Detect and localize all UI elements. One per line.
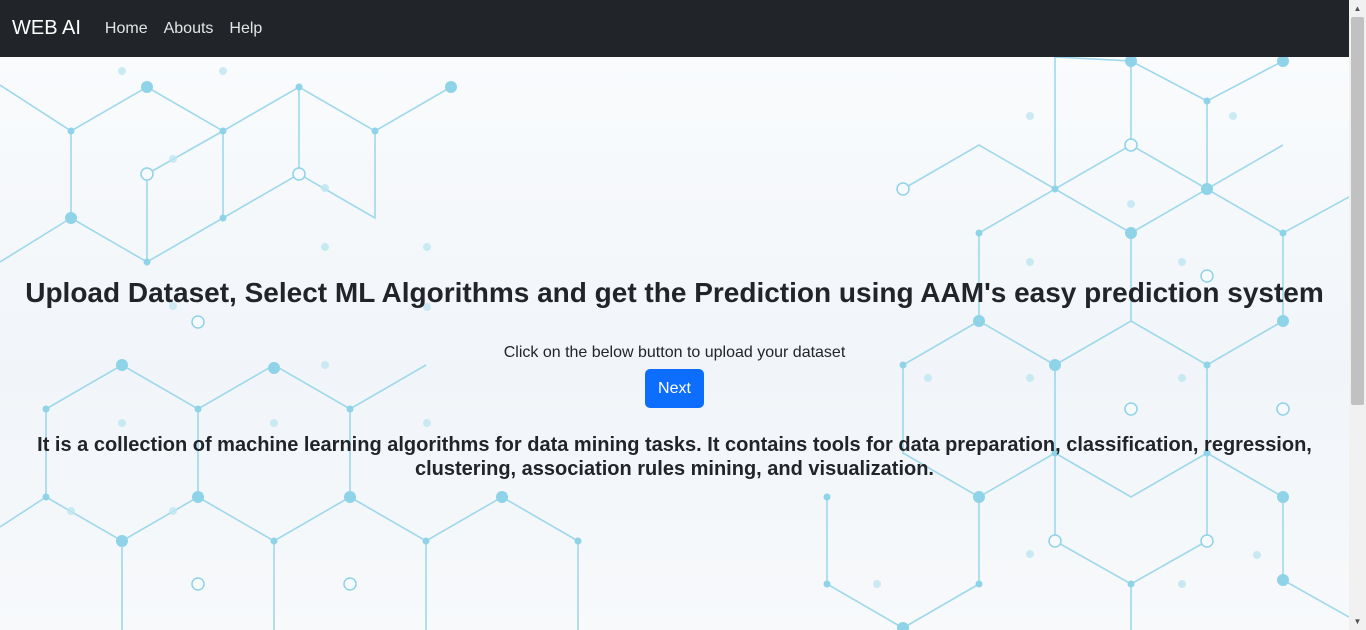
upload-instruction: Click on the below button to upload your… [503, 344, 846, 361]
vertical-scrollbar[interactable]: ▲ ▼ [1349, 0, 1366, 630]
description-text: It is a collection of machine learning a… [37, 434, 1312, 480]
scroll-down-arrow-icon[interactable]: ▼ [1349, 613, 1366, 630]
nav-link-help[interactable]: Help [229, 20, 262, 38]
nav-link-home[interactable]: Home [105, 20, 148, 38]
main-content: Upload Dataset, Select ML Algorithms and… [0, 57, 1349, 630]
top-navbar: WEB AI Home Abouts Help [0, 0, 1349, 57]
scrollbar-thumb[interactable] [1351, 17, 1364, 405]
next-button[interactable]: Next [645, 369, 704, 408]
scroll-up-arrow-icon[interactable]: ▲ [1349, 0, 1366, 17]
nav-link-abouts[interactable]: Abouts [164, 20, 214, 38]
page-headline: Upload Dataset, Select ML Algorithms and… [25, 277, 1324, 308]
brand-logo[interactable]: WEB AI [12, 17, 81, 40]
